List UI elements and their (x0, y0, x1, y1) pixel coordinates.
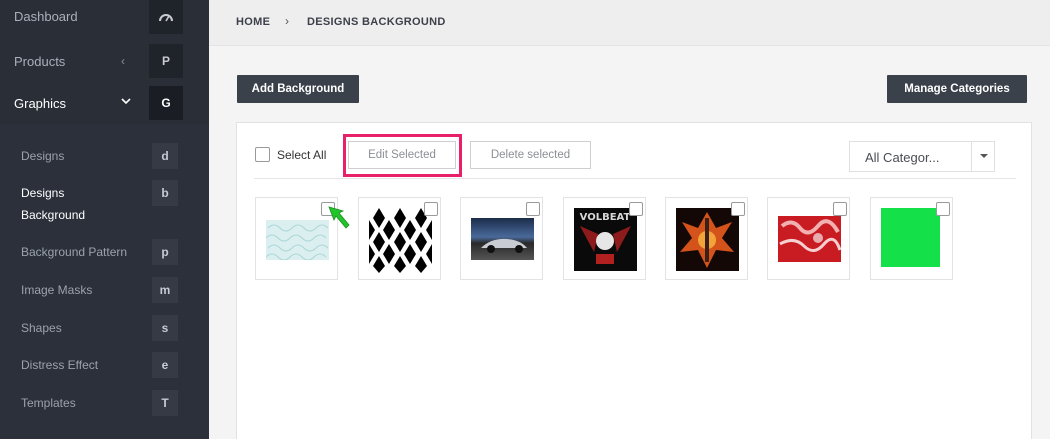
sidebar-badge: T (152, 390, 178, 416)
thumbnail-item[interactable] (460, 197, 543, 280)
thumbnail-checkbox[interactable] (424, 202, 438, 216)
sidebar-badge: G (149, 86, 183, 120)
thumbnail-item[interactable] (665, 197, 748, 280)
thumbnail-image (778, 216, 842, 262)
thumbnail-item[interactable] (255, 197, 338, 280)
sidebar-item-background-pattern[interactable]: Background Pattern p (0, 239, 209, 269)
thumbnail-item[interactable] (870, 197, 953, 280)
select-all-label[interactable]: Select All (277, 148, 326, 162)
sidebar-badge: d (152, 143, 178, 169)
arrow-pointer-icon (328, 206, 350, 229)
category-select-value: All Categor... (865, 150, 940, 165)
sidebar-item-label: Shapes (21, 321, 62, 335)
category-select[interactable]: All Categor... (849, 141, 995, 172)
thumbnail-image (369, 208, 432, 273)
thumbnail-checkbox[interactable] (833, 202, 847, 216)
thumbnail-item[interactable] (767, 197, 850, 280)
sidebar: Dashboard Products ‹ P Graphics G Design… (0, 0, 209, 439)
select-all-checkbox[interactable] (255, 147, 270, 162)
thumbnail-image (265, 220, 329, 261)
sidebar-item-distress-effect[interactable]: Distress Effect e (0, 352, 209, 382)
delete-selected-button[interactable]: Delete selected (470, 141, 591, 169)
sidebar-badge: m (152, 277, 178, 303)
svg-text:VOLBEAT: VOLBEAT (580, 212, 631, 223)
sidebar-item-label: Distress Effect (21, 358, 99, 372)
sidebar-item-label: Designs (21, 149, 65, 163)
thumbnail-checkbox[interactable] (526, 202, 540, 216)
sidebar-item-image-masks[interactable]: Image Masks m (0, 277, 209, 307)
sidebar-item-designs[interactable]: Designs d (0, 143, 209, 173)
sidebar-badge: p (152, 239, 178, 265)
sidebar-badge: b (152, 180, 178, 206)
sidebar-top-menu: Dashboard Products ‹ P Graphics G (0, 0, 209, 124)
sidebar-item-label: Background Pattern (21, 245, 128, 259)
select-divider (971, 142, 972, 171)
chevron-left-icon: ‹ (121, 54, 125, 68)
sidebar-item-label: Dashboard (14, 9, 78, 24)
sidebar-item-label: Templates (21, 396, 76, 410)
breadcrumb-current: DESIGNS BACKGROUND (307, 16, 446, 28)
sidebar-item-label: Image Masks (21, 283, 93, 297)
sidebar-badge: P (149, 44, 183, 78)
sidebar-item-graphics[interactable]: Graphics G (0, 83, 209, 123)
thumbnail-image (881, 208, 940, 267)
add-background-button[interactable]: Add Background (237, 75, 359, 103)
sidebar-item-shapes[interactable]: Shapes s (0, 315, 209, 345)
thumbnail-image (676, 208, 739, 271)
chevron-down-icon (121, 95, 131, 109)
sidebar-item-label: Products (14, 53, 66, 69)
sidebar-item-templates[interactable]: Templates T (0, 390, 209, 420)
manage-categories-button[interactable]: Manage Categories (887, 75, 1027, 103)
dashboard-icon (149, 0, 183, 34)
thumbnail-checkbox[interactable] (629, 202, 643, 216)
divider (254, 178, 1016, 179)
thumbnail-item[interactable] (358, 197, 441, 280)
breadcrumb-home-link[interactable]: HOME (236, 16, 270, 28)
sidebar-item-dashboard[interactable]: Dashboard (0, 0, 209, 34)
sidebar-item-label: Designs Background (21, 186, 86, 222)
sidebar-item-label: Graphics (14, 95, 67, 111)
caret-down-icon[interactable] (980, 154, 988, 158)
sidebar-item-designs-background[interactable]: Designs Background b (0, 180, 209, 226)
thumbnail-item[interactable]: VOLBEAT (563, 197, 646, 280)
sidebar-item-products[interactable]: Products ‹ P (0, 41, 209, 81)
thumbnail-image (471, 218, 534, 260)
thumbnail-checkbox[interactable] (731, 202, 745, 216)
sidebar-badge: s (152, 315, 178, 341)
thumbnail-checkbox[interactable] (936, 202, 950, 216)
breadcrumb-separator: › (285, 14, 289, 28)
thumbnail-image: VOLBEAT (574, 208, 637, 271)
edit-selected-button[interactable]: Edit Selected (348, 141, 456, 169)
sidebar-badge: e (152, 352, 178, 378)
